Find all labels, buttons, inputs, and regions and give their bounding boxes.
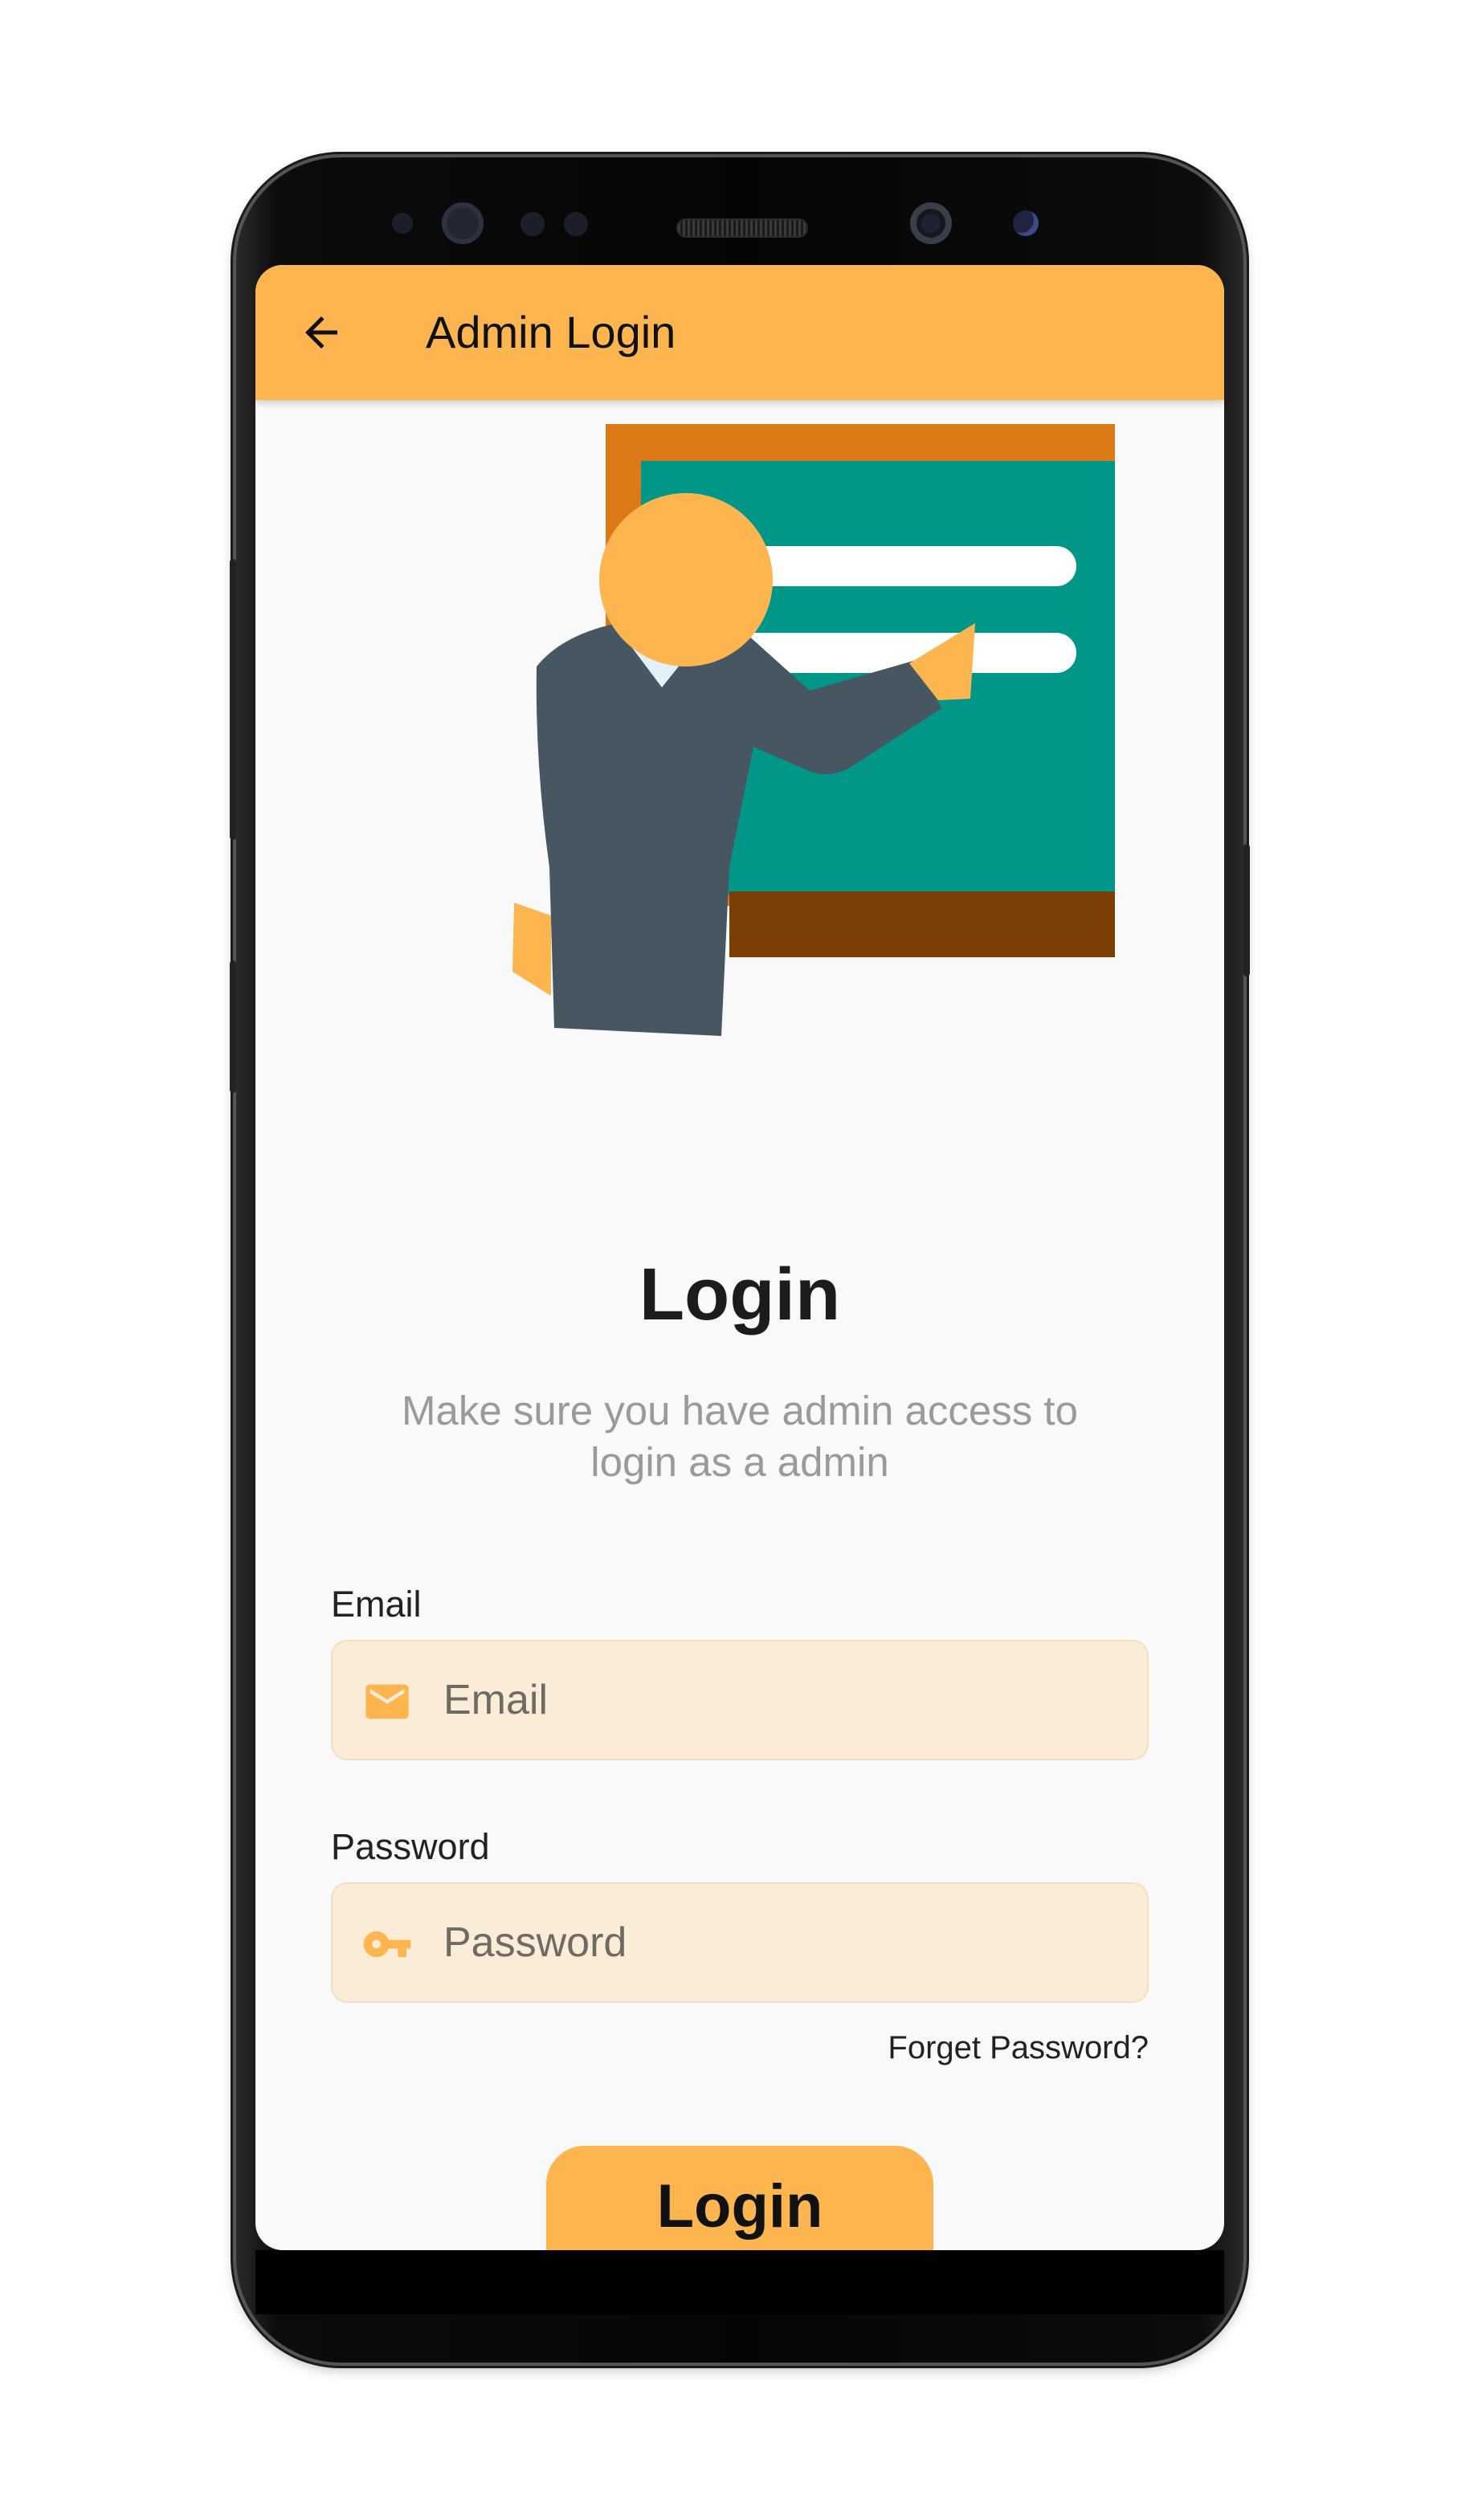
chalk-line [721,546,1076,586]
sensor-dot [1013,210,1039,236]
arrow-left-icon[interactable] [297,308,345,357]
teacher-hand [512,903,551,996]
sensor-dot [392,213,413,234]
mail-icon [365,1684,409,1719]
password-field[interactable] [443,1884,1118,2001]
teacher-at-chalkboard-illustration [512,424,1115,1036]
app-screen: Admin Login Login Make sure you have adm… [255,265,1224,2250]
login-heading: Login [639,1254,841,1335]
sensor-dot [564,212,588,236]
chalkboard-ledge [729,891,1115,957]
sensor-dot [521,212,545,236]
earpiece-speaker [676,218,808,238]
power-button [1243,844,1250,977]
bottom-bezel [255,2250,1224,2314]
email-field[interactable] [443,1641,1118,1759]
volume-down-button [230,960,236,1093]
password-label: Password [331,1826,490,1867]
volume-up-button [230,559,236,840]
forgot-password-link[interactable]: Forget Password? [888,2030,1149,2066]
password-field-container[interactable] [331,1882,1149,2003]
page-title: Admin Login [426,307,676,357]
app-bar: Admin Login [255,265,1224,400]
login-button[interactable]: Login [546,2146,933,2250]
email-field-container[interactable] [331,1640,1149,1760]
login-subtitle: Make sure you have admin access to login… [402,1388,1078,1485]
iris-camera-icon [910,202,952,244]
teacher-head [599,493,773,667]
key-icon [363,1931,411,1957]
email-label: Email [331,1584,422,1625]
front-camera-icon [442,202,484,244]
